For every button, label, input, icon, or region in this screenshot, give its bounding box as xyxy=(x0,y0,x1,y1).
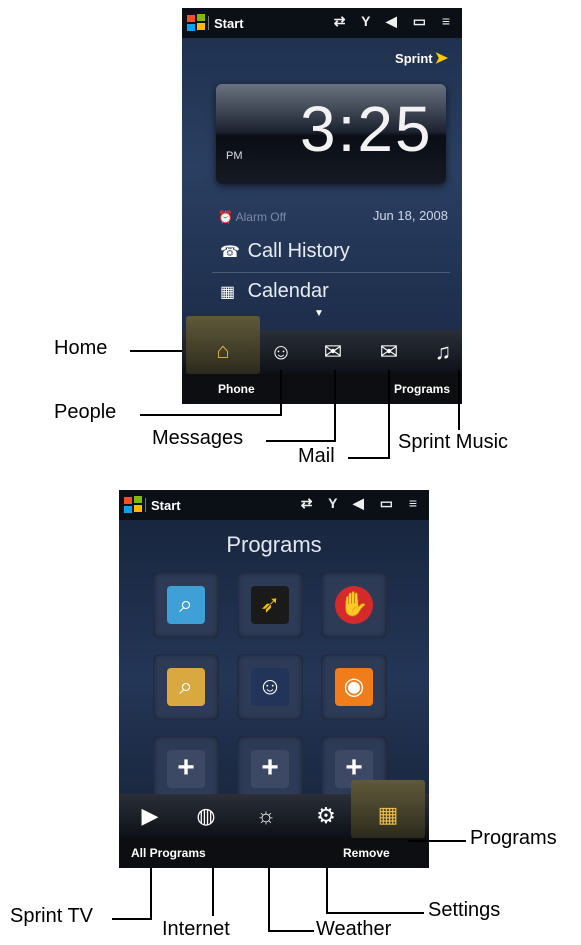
phone-icon: ☎ xyxy=(220,244,240,261)
callout-line xyxy=(130,350,182,352)
soft-key-bar: Phone Programs xyxy=(182,374,462,404)
programs-title: Programs xyxy=(226,532,322,557)
hand-icon: ✋ xyxy=(335,586,373,624)
remove-softkey[interactable]: Remove xyxy=(343,846,390,860)
scroll-down-icon[interactable]: ▼ xyxy=(314,308,324,319)
clock-time: 3:25 xyxy=(300,93,433,165)
callout-line xyxy=(326,868,328,914)
all-programs-softkey[interactable]: All Programs xyxy=(131,846,206,860)
weather-tab-icon[interactable]: ☼ xyxy=(249,800,283,832)
soft-key-bar: All Programs Remove xyxy=(119,838,429,868)
settings-tab-icon[interactable]: ⚙ xyxy=(309,800,343,832)
status-icons[interactable]: ⇄ Y ◀ ▭ ≡ xyxy=(301,495,423,512)
program-tile[interactable]: ⌕ xyxy=(153,654,219,720)
clock-ampm: PM xyxy=(226,150,243,162)
callout-line xyxy=(334,370,336,442)
callout-line xyxy=(280,370,282,416)
status-bar: Start ⇄ Y ◀ ▭ ≡ xyxy=(119,490,429,520)
plus-icon: + xyxy=(167,750,205,788)
messages-tab-icon[interactable]: ✉ xyxy=(316,336,350,368)
callout-programs: Programs xyxy=(470,827,557,849)
carrier-name: Sprint xyxy=(395,51,433,66)
callout-people: People xyxy=(54,401,117,423)
callout-sprint-tv: Sprint TV xyxy=(10,905,93,927)
callout-line xyxy=(458,370,460,430)
program-tile[interactable]: ◉ xyxy=(321,654,387,720)
programs-tab-icon[interactable]: ▦ xyxy=(351,780,425,838)
alarm-status[interactable]: ⏰ Alarm Off xyxy=(218,210,286,224)
phone-softkey[interactable]: Phone xyxy=(218,382,255,396)
sprint-navigation-icon: ➶ xyxy=(251,586,289,624)
home-tab-icon[interactable]: ⌂ xyxy=(186,316,260,374)
windows-logo-icon[interactable] xyxy=(123,496,143,514)
tab-bar: ▶ ◍ ☼ ⚙ ▦ xyxy=(119,780,429,838)
callout-internet: Internet xyxy=(162,918,230,940)
callout-line xyxy=(326,912,424,914)
program-tile[interactable]: ✋ xyxy=(321,572,387,638)
calendar-item[interactable]: ▦ Calendar xyxy=(220,280,329,303)
add-program-slot[interactable]: + xyxy=(153,736,219,802)
status-title[interactable]: Start xyxy=(151,498,181,513)
calendar-label: Calendar xyxy=(247,280,329,302)
add-program-slot[interactable]: + xyxy=(237,736,303,802)
callout-line xyxy=(268,930,314,932)
people-tab-icon[interactable]: ☺ xyxy=(264,336,298,368)
messenger-icon: ☺ xyxy=(251,668,289,706)
rss-icon: ◉ xyxy=(335,668,373,706)
music-tab-icon[interactable]: ♫ xyxy=(426,336,460,368)
status-separator xyxy=(208,16,209,30)
program-tile[interactable]: ⌕ xyxy=(153,572,219,638)
carrier-logo: Sprint ➤ xyxy=(395,48,448,68)
callout-line xyxy=(212,868,214,916)
windows-logo-icon[interactable] xyxy=(186,14,206,32)
callout-line xyxy=(140,414,280,416)
callout-line xyxy=(112,918,150,920)
programs-softkey[interactable]: Programs xyxy=(394,382,450,396)
status-title[interactable]: Start xyxy=(214,16,244,31)
file-explorer-icon: ⌕ xyxy=(167,668,205,706)
callout-line xyxy=(388,370,390,459)
callout-mail: Mail xyxy=(298,445,335,467)
callout-line xyxy=(150,868,152,920)
mail-tab-icon[interactable]: ✉ xyxy=(372,336,406,368)
call-history-label: Call History xyxy=(247,240,350,262)
sprint-swoosh-icon: ➤ xyxy=(434,50,448,67)
programs-screen: Start ⇄ Y ◀ ▭ ≡ Programs ⌕ ➶ ✋ ⌕ ☺ ◉ + +… xyxy=(119,490,429,868)
callout-sprint-music: Sprint Music xyxy=(398,431,509,453)
alarm-clock-icon: ⏰ xyxy=(218,210,233,224)
status-separator xyxy=(145,498,146,512)
alarm-label: Alarm Off xyxy=(235,210,287,224)
plus-icon: + xyxy=(251,750,289,788)
callout-weather: Weather xyxy=(316,918,392,940)
callout-settings: Settings xyxy=(428,899,501,921)
callout-messages: Messages xyxy=(152,427,244,449)
program-tile[interactable]: ☺ xyxy=(237,654,303,720)
status-icons[interactable]: ⇄ Y ◀ ▭ ≡ xyxy=(334,13,456,30)
status-bar: Start ⇄ Y ◀ ▭ ≡ xyxy=(182,8,462,38)
callout-line xyxy=(348,457,388,459)
call-history-item[interactable]: ☎ Call History xyxy=(220,240,350,263)
program-tile[interactable]: ➶ xyxy=(237,572,303,638)
callout-line xyxy=(408,840,466,842)
internet-tab-icon[interactable]: ◍ xyxy=(189,800,223,832)
callout-line xyxy=(266,440,334,442)
contacts-search-icon: ⌕ xyxy=(167,586,205,624)
date-label[interactable]: Jun 18, 2008 xyxy=(373,208,448,223)
home-screen: Start ⇄ Y ◀ ▭ ≡ Sprint ➤ 3:25 PM ⏰ Alarm … xyxy=(182,8,462,404)
calendar-icon: ▦ xyxy=(220,284,236,301)
sprint-tv-tab-icon[interactable]: ▶ xyxy=(133,800,167,832)
callout-home: Home xyxy=(54,337,108,359)
tab-bar: ⌂ ☺ ✉ ✉ ♫ xyxy=(182,316,462,374)
divider xyxy=(212,272,450,273)
callout-line xyxy=(268,868,270,932)
clock-widget[interactable]: 3:25 PM xyxy=(216,84,446,184)
